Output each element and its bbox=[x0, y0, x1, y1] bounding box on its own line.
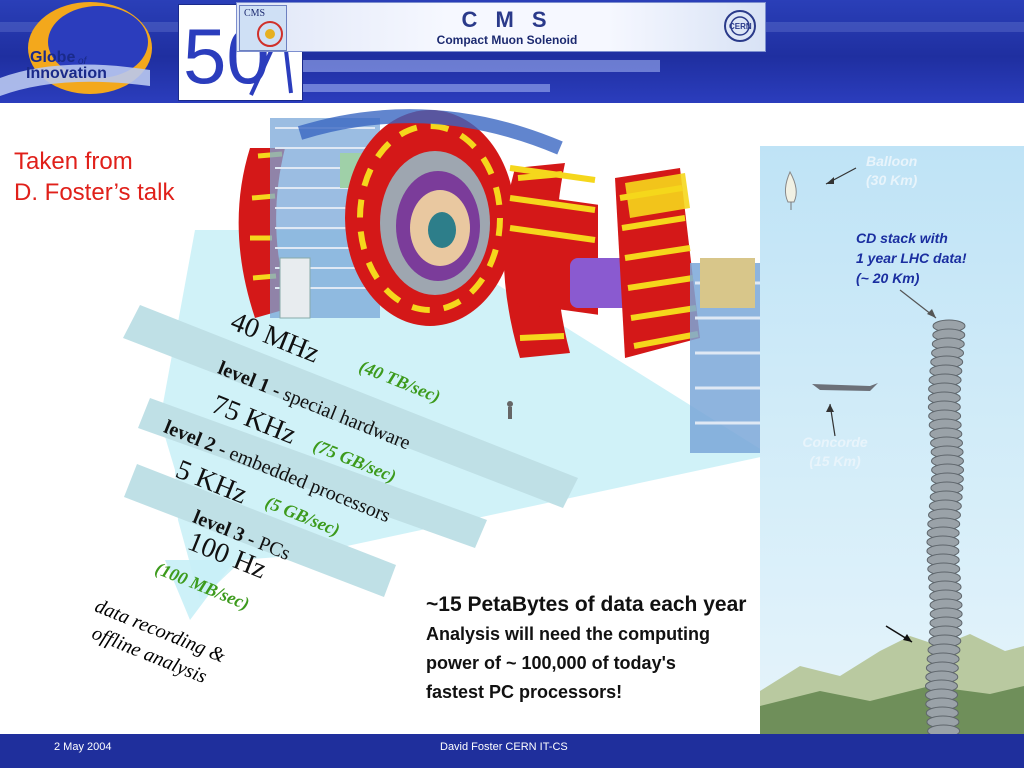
summary-line: power of ~ 100,000 of today's bbox=[426, 653, 676, 673]
balloon-label: Balloon (30 Km) bbox=[866, 153, 918, 188]
summary-line: Analysis will need the computing bbox=[426, 624, 711, 644]
concorde-label: Concorde (15 Km) bbox=[802, 434, 868, 469]
cd-stack-label: CD stack with 1 year LHC data! (~ 20 Km) bbox=[856, 230, 967, 286]
footer-date: 2 May 2004 bbox=[54, 741, 112, 753]
summary-line: fastest PC processors! bbox=[426, 682, 623, 702]
concorde-icon bbox=[812, 383, 878, 391]
summary-title: ~15 PetaBytes of data each year bbox=[426, 593, 747, 616]
summary-text: ~15 PetaBytes of data each year Analysis… bbox=[426, 590, 826, 707]
footer-author: David Foster CERN IT-CS bbox=[440, 741, 568, 753]
slide-footer: 2 May 2004 David Foster CERN IT-CS bbox=[0, 734, 1024, 768]
balloon-icon bbox=[784, 170, 797, 203]
cd-disc bbox=[927, 724, 961, 734]
